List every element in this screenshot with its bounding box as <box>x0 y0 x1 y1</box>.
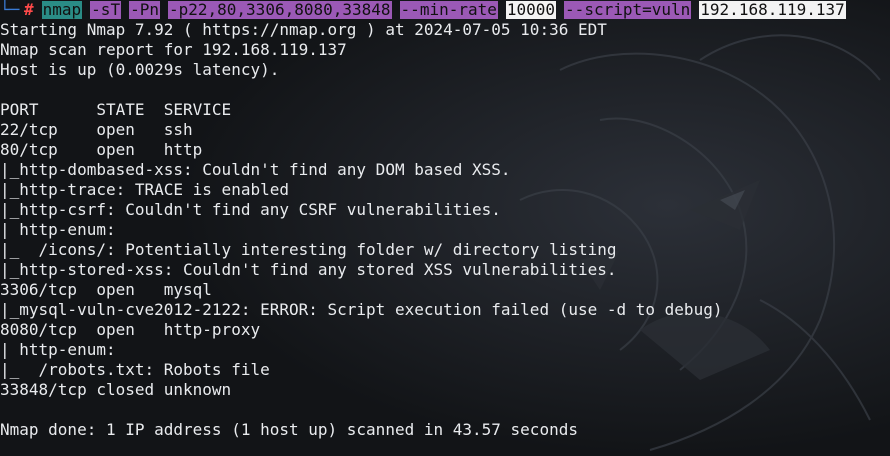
command-option: --script=vuln <box>564 0 692 19</box>
output-line: 3306/tcp open mysql <box>0 280 212 299</box>
output-line: Nmap scan report for 192.168.119.137 <box>0 40 347 59</box>
command-name: nmap <box>41 0 83 19</box>
output-line: 33848/tcp closed unknown <box>0 380 232 399</box>
prompt-corner-icon: └─ <box>0 0 20 19</box>
command-option: -sT <box>90 0 122 19</box>
command-prompt: └─ # nmap -sT -Pn -p22,80,3306,8080,3384… <box>0 0 890 20</box>
command-argument: 192.168.119.137 <box>699 0 846 19</box>
output-line: |_ /robots.txt: Robots file <box>0 360 270 379</box>
command-argument: 10000 <box>505 0 557 19</box>
command-option: -p22,80,3306,8080,33848 <box>167 0 392 19</box>
output-line: |_http-trace: TRACE is enabled <box>0 180 289 199</box>
output-line: |_http-dombased-xss: Couldn't find any D… <box>0 160 511 179</box>
command-option: -Pn <box>129 0 160 19</box>
output-line: |_mysql-vuln-cve2012-2122: ERROR: Script… <box>0 300 723 319</box>
prompt-root-symbol: # <box>24 0 34 19</box>
output-line: Nmap done: 1 IP address (1 host up) scan… <box>0 420 578 439</box>
output-line: 80/tcp open http <box>0 140 203 159</box>
output-line: | http-enum: <box>0 340 116 359</box>
terminal-window[interactable]: └─ # nmap -sT -Pn -p22,80,3306,8080,3384… <box>0 0 890 456</box>
output-line: Host is up (0.0029s latency). <box>0 60 280 79</box>
command-option: --min-rate <box>399 0 498 19</box>
output-line: 8080/tcp open http-proxy <box>0 320 261 339</box>
output-line: |_http-csrf: Couldn't find any CSRF vuln… <box>0 200 501 219</box>
output-line: |_ /icons/: Potentially interesting fold… <box>0 240 617 259</box>
output-line: |_http-stored-xss: Couldn't find any sto… <box>0 260 617 279</box>
output-line: Starting Nmap 7.92 ( https://nmap.org ) … <box>0 20 607 39</box>
output-line: PORT STATE SERVICE <box>0 100 232 119</box>
output-line: 22/tcp open ssh <box>0 120 193 139</box>
output-line: | http-enum: <box>0 220 116 239</box>
